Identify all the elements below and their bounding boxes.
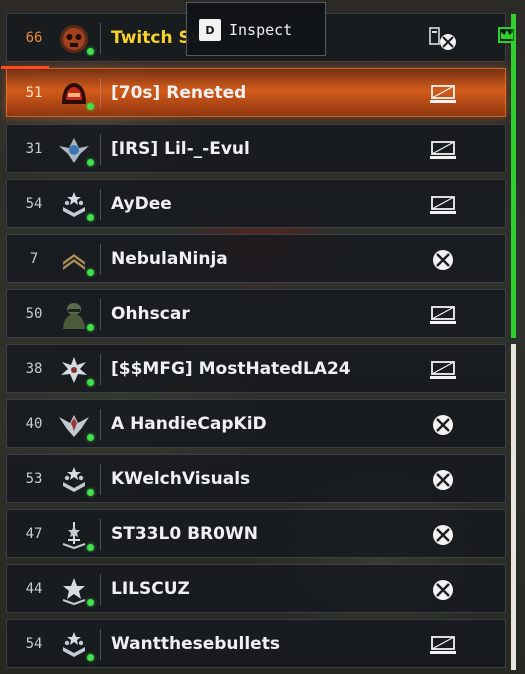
- pc-icon: [428, 81, 458, 107]
- online-status-dot: [87, 159, 94, 166]
- xbox-icon: [428, 247, 458, 273]
- online-status-dot: [87, 654, 94, 661]
- star-burst-emblem-icon: [57, 354, 91, 386]
- star-rank-emblem-icon: [57, 574, 91, 606]
- online-status-dot: [87, 434, 94, 441]
- winged-star-emblem-icon: [57, 134, 91, 166]
- player-name: LILSCUZ: [111, 578, 190, 599]
- xbox-icon: [428, 467, 458, 493]
- divider: [100, 464, 101, 495]
- xbox-icon: [428, 577, 458, 603]
- player-name: ST33L0 BR0WN: [111, 523, 258, 544]
- online-status-dot: [87, 489, 94, 496]
- divider: [100, 244, 101, 275]
- pc-icon: [428, 302, 458, 328]
- pc-icon: [428, 192, 458, 218]
- player-level: 40: [25, 415, 43, 432]
- player-row[interactable]: 38 [$$MFG] MostHatedLA24: [6, 344, 506, 393]
- eagle-emblem-icon: [57, 409, 91, 441]
- divider: [100, 409, 101, 440]
- divider: [100, 629, 101, 660]
- player-name: AyDee: [111, 193, 172, 214]
- pc-icon: [428, 357, 458, 383]
- divider: [100, 519, 101, 550]
- player-row[interactable]: 31 [IRS] Lil-_-Evul: [6, 124, 506, 173]
- divider: [100, 23, 101, 54]
- player-row[interactable]: 47 ST33L0 BR0WN: [6, 509, 506, 558]
- pc-icon: [428, 632, 458, 658]
- player-row[interactable]: 44 LILSCUZ: [6, 564, 506, 613]
- divider: [100, 574, 101, 605]
- player-row[interactable]: 7 NebulaNinja: [6, 234, 506, 283]
- red-helmet-emblem-icon: [57, 78, 91, 110]
- battlenet-xbox-icon: [428, 26, 458, 52]
- player-name: [$$MFG] MostHatedLA24: [111, 358, 351, 379]
- lobby-player-list: 66 Twitch Sw 51 [70s] Reneted 31 [IRS] L…: [0, 0, 525, 674]
- player-row[interactable]: 53 KWelchVisuals: [6, 454, 506, 503]
- divider: [100, 78, 101, 109]
- skull-emblem-icon: [57, 23, 91, 55]
- online-status-dot: [87, 214, 94, 221]
- player-name: Wantthesebullets: [111, 633, 280, 654]
- online-status-dot: [87, 269, 94, 276]
- party-indicator-bar: [511, 14, 516, 338]
- player-row[interactable]: 51 [70s] Reneted: [1, 66, 506, 117]
- player-name: A HandieCapKiD: [111, 413, 267, 434]
- player-level: 38: [25, 360, 43, 377]
- soldier-emblem-icon: [57, 299, 91, 331]
- player-level: 66: [25, 29, 43, 46]
- inspect-label: Inspect: [229, 21, 293, 39]
- chevron-rank-emblem-icon: [57, 244, 91, 276]
- player-level: 54: [25, 195, 43, 212]
- player-level: 51: [25, 84, 43, 101]
- player-level: 53: [25, 470, 43, 487]
- inspect-tooltip: D Inspect: [186, 2, 326, 56]
- divider: [100, 189, 101, 220]
- team-indicator-bar: [511, 344, 516, 670]
- online-status-dot: [87, 599, 94, 606]
- divider: [100, 299, 101, 330]
- player-level: 31: [25, 140, 43, 157]
- player-level: 44: [25, 580, 43, 597]
- divider: [100, 134, 101, 165]
- player-name: NebulaNinja: [111, 248, 228, 269]
- player-name: [70s] Reneted: [111, 82, 247, 103]
- divider: [100, 354, 101, 385]
- xbox-icon: [428, 412, 458, 438]
- online-status-dot: [87, 103, 94, 110]
- pc-icon: [428, 137, 458, 163]
- sword-star-emblem-icon: [57, 519, 91, 551]
- rank-stars-emblem-icon: [57, 629, 91, 661]
- player-level: 54: [25, 635, 43, 652]
- xbox-icon: [428, 522, 458, 548]
- player-row[interactable]: 40 A HandieCapKiD: [6, 399, 506, 448]
- keybind-d: D: [199, 19, 221, 41]
- online-status-dot: [87, 379, 94, 386]
- online-status-dot: [87, 544, 94, 551]
- player-row[interactable]: 54 Wantthesebullets: [6, 619, 506, 668]
- player-level: 7: [29, 250, 39, 267]
- player-name: Ohhscar: [111, 303, 190, 324]
- party-leader-crown-icon: [498, 27, 516, 43]
- online-status-dot: [87, 324, 94, 331]
- player-level: 50: [25, 305, 43, 322]
- player-level: 47: [25, 525, 43, 542]
- player-row[interactable]: 50 Ohhscar: [6, 289, 506, 338]
- rank-stars-emblem-icon: [57, 464, 91, 496]
- player-row[interactable]: 54 AyDee: [6, 179, 506, 228]
- player-name: KWelchVisuals: [111, 468, 251, 489]
- player-name: [IRS] Lil-_-Evul: [111, 138, 250, 159]
- rank-stars-emblem-icon: [57, 189, 91, 221]
- online-status-dot: [87, 48, 94, 55]
